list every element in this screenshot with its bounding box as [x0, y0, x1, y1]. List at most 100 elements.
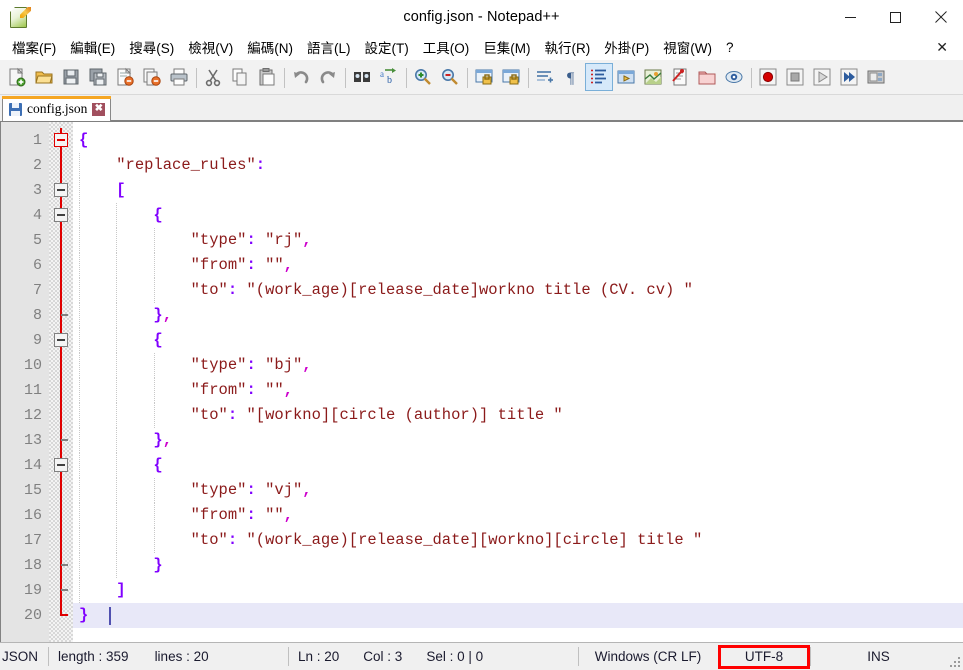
code-line[interactable]: "from": "",: [73, 503, 963, 528]
find-icon[interactable]: [349, 64, 375, 90]
paste-icon[interactable]: [254, 64, 280, 90]
fold-row[interactable]: [49, 603, 73, 628]
fold-row[interactable]: [49, 378, 73, 403]
menu-file[interactable]: 檔案(F): [5, 34, 63, 60]
menu-view[interactable]: 檢視(V): [181, 34, 240, 60]
code-line[interactable]: [: [73, 178, 963, 203]
menu-window[interactable]: 視窗(W): [656, 34, 719, 60]
monitoring-icon[interactable]: [721, 64, 747, 90]
menu-run[interactable]: 執行(R): [538, 34, 598, 60]
fold-row[interactable]: [49, 453, 73, 478]
resize-grip[interactable]: [947, 643, 963, 670]
fold-row[interactable]: [49, 478, 73, 503]
code-line[interactable]: "to": "[workno][circle (author)] title ": [73, 403, 963, 428]
print-icon[interactable]: [166, 64, 192, 90]
fold-toggle-icon[interactable]: [54, 133, 68, 147]
fold-row[interactable]: [49, 503, 73, 528]
fold-row[interactable]: [49, 228, 73, 253]
code-line[interactable]: }: [73, 553, 963, 578]
fold-row[interactable]: [49, 353, 73, 378]
fold-toggle-icon[interactable]: [54, 183, 68, 197]
menu-encoding[interactable]: 編碼(N): [240, 34, 300, 60]
copy-icon[interactable]: [227, 64, 253, 90]
code-line[interactable]: "type": "vj",: [73, 478, 963, 503]
zoom-out-icon[interactable]: [437, 64, 463, 90]
document-map-icon[interactable]: [640, 64, 666, 90]
save-all-icon[interactable]: [85, 64, 111, 90]
fold-row[interactable]: [49, 528, 73, 553]
code-line[interactable]: ]: [73, 578, 963, 603]
fold-row[interactable]: [49, 328, 73, 353]
close-button[interactable]: [918, 0, 963, 34]
word-wrap-icon[interactable]: [532, 64, 558, 90]
code-line[interactable]: {: [73, 203, 963, 228]
run-macro-multiple-times-icon[interactable]: [836, 64, 862, 90]
maximize-button[interactable]: [873, 0, 918, 34]
code-line[interactable]: "type": "rj",: [73, 228, 963, 253]
save-icon[interactable]: [58, 64, 84, 90]
code-line[interactable]: {: [73, 328, 963, 353]
status-encoding[interactable]: UTF-8: [718, 643, 810, 670]
close-document-button[interactable]: ✕: [930, 37, 954, 58]
fold-row[interactable]: [49, 278, 73, 303]
open-file-icon[interactable]: [31, 64, 57, 90]
stop-recording-icon[interactable]: [782, 64, 808, 90]
code-line[interactable]: "replace_rules":: [73, 153, 963, 178]
function-list-icon[interactable]: [667, 64, 693, 90]
user-defined-language-icon[interactable]: [613, 64, 639, 90]
fold-row[interactable]: [49, 553, 73, 578]
sync-horizontal-scrolling-icon[interactable]: [498, 64, 524, 90]
tab-config-json[interactable]: config.json ✖: [2, 96, 111, 121]
record-macro-icon[interactable]: [755, 64, 781, 90]
code-line[interactable]: },: [73, 428, 963, 453]
new-file-icon[interactable]: [4, 64, 30, 90]
close-icon[interactable]: ✖: [92, 103, 105, 116]
menu-help[interactable]: ?: [719, 37, 741, 58]
menu-language[interactable]: 語言(L): [300, 34, 358, 60]
code-line[interactable]: "to": "(work_age)[release_date]workno ti…: [73, 278, 963, 303]
fold-toggle-icon[interactable]: [54, 458, 68, 472]
sync-vertical-scrolling-icon[interactable]: [471, 64, 497, 90]
menu-tools[interactable]: 工具(O): [416, 34, 477, 60]
code-line[interactable]: "type": "bj",: [73, 353, 963, 378]
undo-icon[interactable]: [288, 64, 314, 90]
save-current-macro-icon[interactable]: [863, 64, 889, 90]
menu-settings[interactable]: 設定(T): [358, 34, 416, 60]
code-line[interactable]: {: [73, 128, 963, 153]
indent-guideline-icon[interactable]: [586, 64, 612, 90]
menu-edit[interactable]: 編輯(E): [63, 34, 122, 60]
code-line[interactable]: },: [73, 303, 963, 328]
code-content[interactable]: { "replace_rules": [ { "type": "rj", "fr…: [73, 122, 963, 642]
status-insert-mode[interactable]: INS: [810, 643, 947, 670]
fold-row[interactable]: [49, 203, 73, 228]
fold-row[interactable]: [49, 253, 73, 278]
cut-icon[interactable]: [200, 64, 226, 90]
fold-row[interactable]: [49, 128, 73, 153]
close-all-files-icon[interactable]: [139, 64, 165, 90]
menu-search[interactable]: 搜尋(S): [122, 34, 181, 60]
status-language[interactable]: JSON: [0, 643, 48, 670]
folder-as-workspace-icon[interactable]: [694, 64, 720, 90]
replace-icon[interactable]: ab: [376, 64, 402, 90]
redo-icon[interactable]: [315, 64, 341, 90]
status-eol-format[interactable]: Windows (CR LF): [578, 643, 718, 670]
menu-plugins[interactable]: 外掛(P): [597, 34, 656, 60]
fold-row[interactable]: [49, 578, 73, 603]
fold-toggle-icon[interactable]: [54, 333, 68, 347]
play-macro-icon[interactable]: [809, 64, 835, 90]
code-line[interactable]: "from": "",: [73, 378, 963, 403]
code-line[interactable]: {: [73, 453, 963, 478]
fold-row[interactable]: [49, 153, 73, 178]
fold-row[interactable]: [49, 403, 73, 428]
show-all-characters-icon[interactable]: ¶: [559, 64, 585, 90]
code-folding-margin[interactable]: [49, 122, 73, 642]
menu-macro[interactable]: 巨集(M): [476, 34, 537, 60]
fold-row[interactable]: [49, 303, 73, 328]
editor-area[interactable]: 1234567891011121314151617181920 { "repla…: [0, 122, 963, 642]
zoom-in-icon[interactable]: [410, 64, 436, 90]
fold-row[interactable]: [49, 178, 73, 203]
code-line[interactable]: "to": "(work_age)[release_date][workno][…: [73, 528, 963, 553]
code-line[interactable]: }: [73, 603, 963, 628]
minimize-button[interactable]: [828, 0, 873, 34]
fold-row[interactable]: [49, 428, 73, 453]
